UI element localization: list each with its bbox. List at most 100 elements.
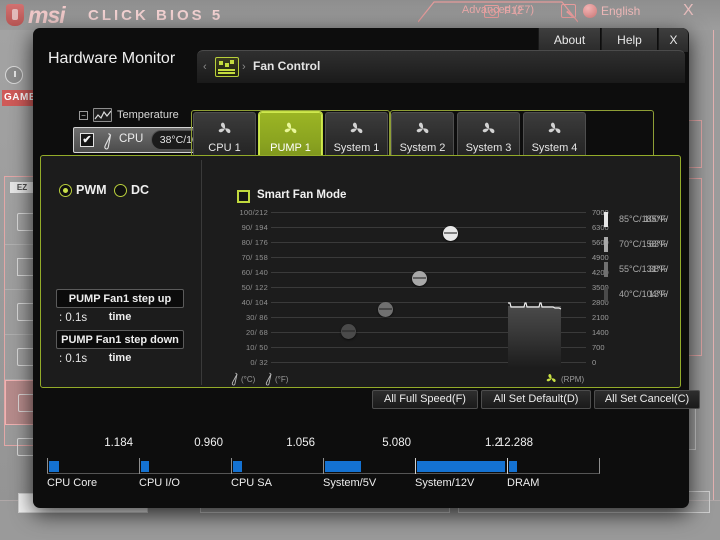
smart-fan-mode-checkbox[interactable] [237,190,250,203]
step-down-time-value: : 0.1s [59,353,88,365]
breadcrumb: ‹ › Fan Control [197,50,685,83]
fan-tab-label: System 4 [531,142,578,154]
legend-pct-4: 13% [648,289,667,299]
language-label[interactable]: English [601,4,640,18]
y-tick-right-3: 4900 [592,253,609,262]
all-full-speed-button[interactable]: All Full Speed(F) [372,390,478,409]
fan-curve-chart[interactable]: 100/212 90/ 194 80/ 176 70/ 158 60/ 140 … [226,208,609,371]
fan-icon [282,120,299,142]
thermometer-icon [101,132,113,150]
step-up-time-button[interactable]: PUMP Fan1 step up time [56,289,184,323]
voltage-value-cpu-core: 1.184 [104,437,133,449]
screenshot-key-label: F12 [504,5,523,17]
fan-icon [348,120,365,142]
fan-curve-handle-1[interactable] [341,324,356,339]
msi-dragon-logo-icon [6,4,24,26]
bios-top-bar: msi CLICK BIOS 5 Advanced (F7) F12 Engli… [0,0,720,30]
fan-curve-handle-4[interactable] [443,226,458,241]
voltage-tick-3 [323,458,324,474]
step-up-time-value: : 0.1s [59,312,88,324]
globe-icon[interactable] [583,4,597,18]
voltage-label-system-5v: System/5V [323,477,377,489]
y-tick-left-4: 60/ 140 [241,268,268,277]
fan-curve-handle-3[interactable] [412,271,427,286]
y-tick-left-6: 40/ 104 [241,298,268,307]
click-bios-title: CLICK BIOS 5 [88,7,224,24]
cpu-temperature-label: CPU [119,133,144,145]
page-title: Hardware Monitor [48,50,176,67]
fan-icon [545,372,558,390]
clock-icon [5,66,23,84]
voltage-label-dram: DRAM [507,477,540,489]
legend-pct-1: 100% [643,214,667,224]
voltage-bar-system-12v [417,461,505,472]
all-set-cancel-button[interactable]: All Set Cancel(C) [594,390,700,409]
dc-radio[interactable] [114,184,127,197]
fan-icon [546,120,563,142]
about-button[interactable]: About [538,28,600,52]
voltage-label-cpu-core: CPU Core [47,477,98,489]
voltage-bar-system-5v [325,461,361,472]
fan-icon [414,120,431,142]
all-set-default-button[interactable]: All Set Default(D) [481,390,591,409]
y-tick-right-9: 700 [592,343,605,352]
y-tick-left-7: 30/ 86 [245,313,268,322]
y-tick-left-10: 0/ 32 [250,358,268,367]
y-tick-left-2: 80/ 176 [241,238,268,247]
panel-divider [201,160,202,385]
legend-swatch-4 [604,287,608,302]
fan-icon [216,120,233,142]
voltage-value-cpu-io: 0.960 [194,437,223,449]
msi-brand-text: msi [28,2,66,28]
breadcrumb-prev-icon[interactable]: ‹ [203,61,207,73]
voltage-value-dram: 1.2 [485,437,501,449]
celsius-thermometer-icon [229,372,239,391]
temperature-section-label: Temperature [117,109,179,121]
close-button[interactable]: X [658,28,688,52]
help-button[interactable]: Help [601,28,657,52]
search-icon[interactable] [561,4,576,18]
dc-label: DC [131,183,150,197]
voltage-value-cpu-sa: 1.056 [286,437,315,449]
legend-pct-3: 38% [648,264,667,274]
voltage-label-cpu-io: CPU I/O [139,477,180,489]
bios-close-icon[interactable]: X [683,2,694,20]
fan-tab-label: System 2 [399,142,446,154]
y-tick-left-8: 20/ 68 [245,328,268,337]
legend-swatch-2 [604,237,608,252]
screenshot-camera-icon[interactable] [484,5,499,18]
smart-fan-mode-label: Smart Fan Mode [257,189,347,201]
fan-icon [480,120,497,142]
pwm-label: PWM [76,183,107,197]
y-tick-left-9: 10/ 50 [245,343,268,352]
y-tick-left-5: 50/ 122 [241,283,268,292]
voltage-tick-4 [415,458,416,474]
y-tick-right-7: 2100 [592,313,609,322]
voltage-value-system-5v: 5.080 [382,437,411,449]
fan-tab-label: System 1 [333,142,380,154]
y-tick-left-1: 90/ 194 [241,223,268,232]
legend-pct-2: 63% [648,239,667,249]
ez-mode-badge[interactable]: EZ [10,182,34,193]
step-down-time-button[interactable]: PUMP Fan1 step down time [56,330,184,364]
y-tick-right-8: 1400 [592,328,609,337]
voltage-label-cpu-sa: CPU SA [231,477,272,489]
fan-curve-handle-2[interactable] [378,302,393,317]
y-tick-left-0: 100/212 [239,208,268,217]
cpu-temperature-checkbox[interactable]: ✔ [80,133,94,147]
temperature-chart-icon [93,108,112,122]
legend-swatch-1 [604,212,608,227]
rpm-trace-fill [508,306,561,367]
voltage-bar-cpu-core [49,461,59,472]
voltage-tick-1 [139,458,140,474]
temperature-collapse-toggle[interactable]: − [79,111,88,120]
fahrenheit-thermometer-icon [263,372,273,391]
pwm-radio[interactable] [59,184,72,197]
fan-tab-label: CPU 1 [208,142,241,154]
voltage-label-system-12v: System/12V [415,477,475,489]
voltage-bar-cpu-sa [233,461,242,472]
axis-footer-fahrenheit: (°F) [275,375,289,384]
fan-control-main-panel: PWM DC PUMP Fan1 step up time : 0.1s PUM… [40,155,681,388]
breadcrumb-next-icon[interactable]: › [242,61,246,73]
voltage-tick-2 [231,458,232,474]
